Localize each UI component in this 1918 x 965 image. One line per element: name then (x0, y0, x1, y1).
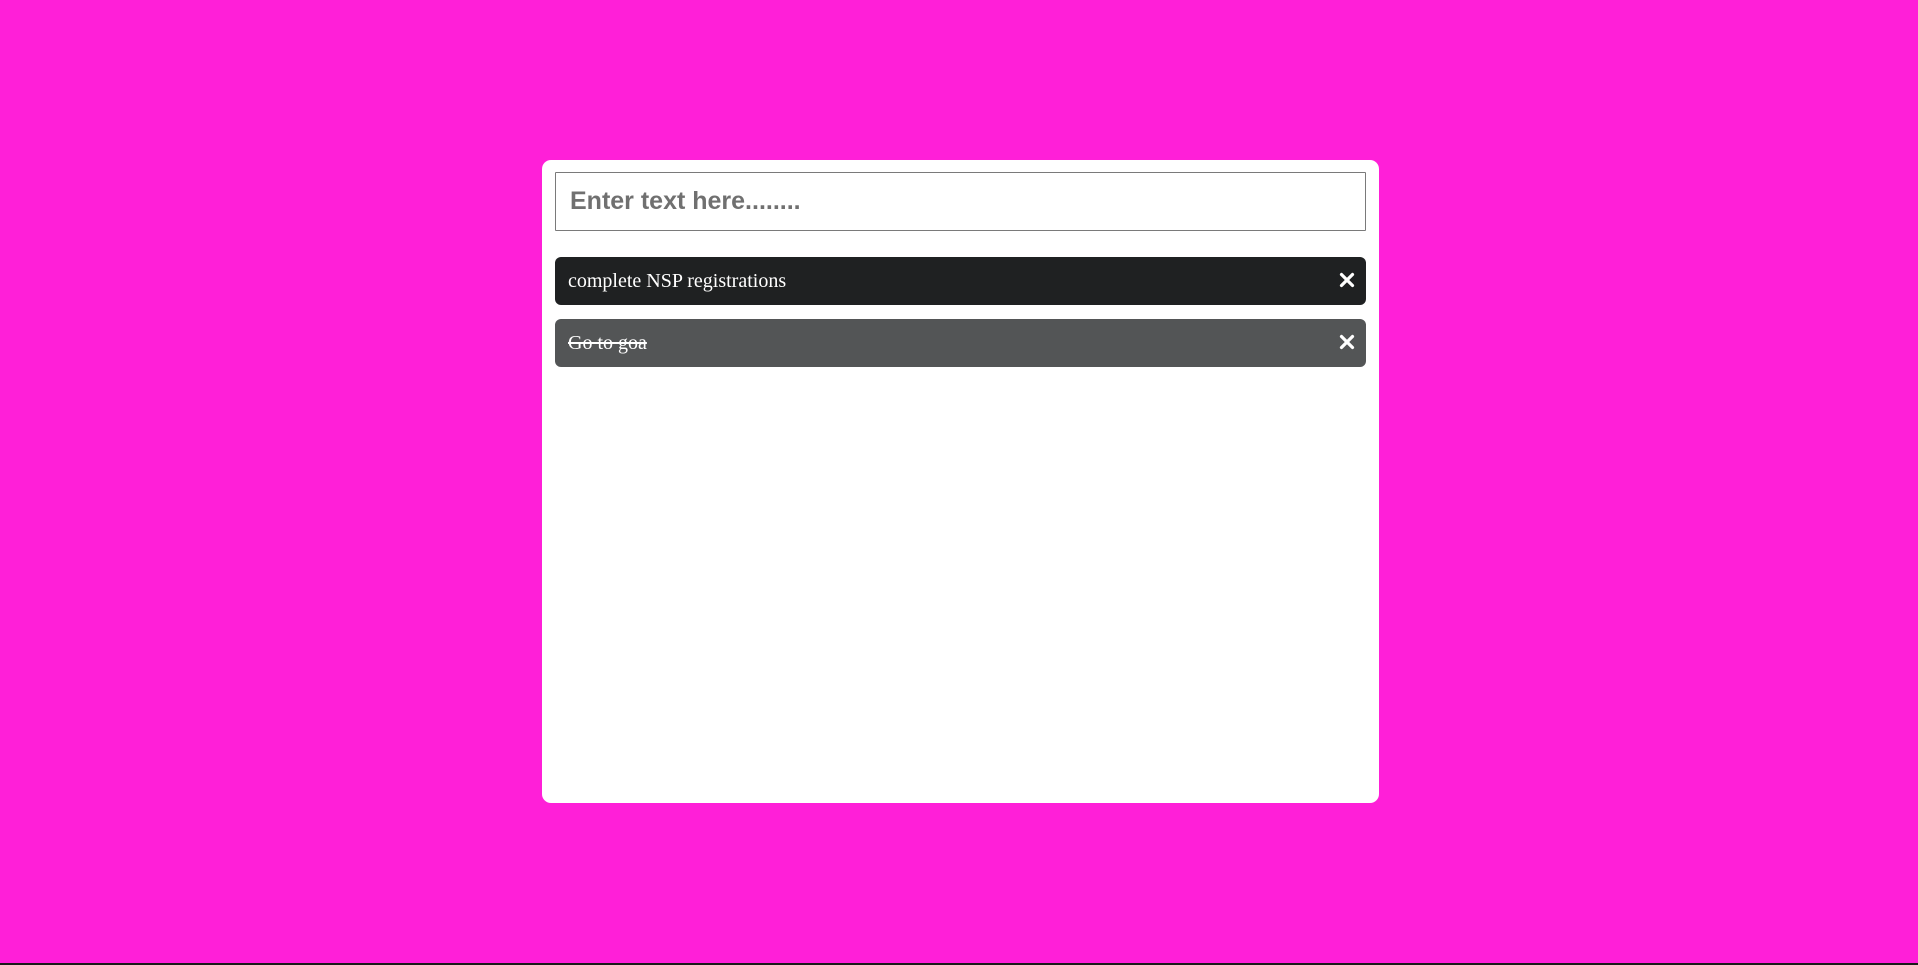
todo-item-text: Go to goa (568, 331, 647, 354)
todo-card: complete NSP registrations Go to goa (542, 160, 1379, 803)
todo-input[interactable] (555, 172, 1366, 231)
todo-list: complete NSP registrations Go to goa (555, 257, 1366, 381)
todo-item[interactable]: complete NSP registrations (555, 257, 1366, 305)
close-icon[interactable] (1337, 270, 1357, 290)
todo-item-completed[interactable]: Go to goa (555, 319, 1366, 367)
close-icon[interactable] (1337, 332, 1357, 352)
todo-item-text: complete NSP registrations (568, 269, 787, 292)
